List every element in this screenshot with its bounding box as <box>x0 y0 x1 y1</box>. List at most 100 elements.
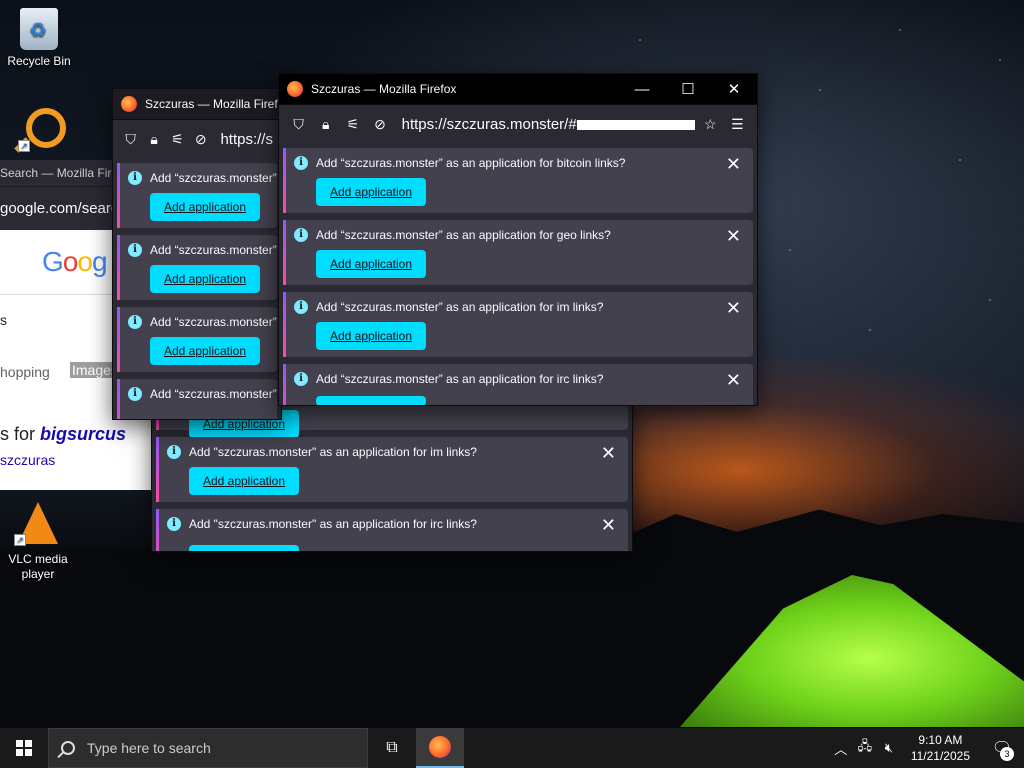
notification-bar: i Add “szczuras.monster” Add application <box>117 163 277 228</box>
notification-text: Add "szczuras.monster" as an application… <box>189 445 477 459</box>
info-icon: i <box>167 445 181 459</box>
notification-text: Add "szczuras.monster" as an application… <box>189 517 477 531</box>
taskbar: Type here to search ⧉ ︿ 🖧︎ 🔇︎ 9:10 AM 11… <box>0 728 1024 768</box>
system-tray: ︿ 🖧︎ 🔇︎ 9:10 AM 11/21/2025 🗨︎ 3 <box>829 728 1024 768</box>
notification-bar: i Add “szczuras.monster” Add application <box>117 307 277 372</box>
close-button[interactable]: ✕ <box>711 74 757 104</box>
start-button[interactable] <box>0 728 48 768</box>
desktop-icon-vlc[interactable]: ↗ VLC media player <box>0 502 76 582</box>
volume-muted-icon[interactable]: 🔇︎ <box>877 740 901 756</box>
shield-icon[interactable]: ⛉ <box>121 127 140 153</box>
clock-date: 11/21/2025 <box>910 749 970 763</box>
close-icon[interactable]: ✕ <box>601 515 616 536</box>
taskbar-firefox-button[interactable] <box>416 728 464 768</box>
close-icon[interactable]: ✕ <box>726 298 741 319</box>
window-title: Szczuras — Mozilla Firefox <box>145 97 282 111</box>
add-application-button[interactable] <box>316 396 426 405</box>
search-app-icon <box>26 108 66 148</box>
search-query-text[interactable]: s <box>0 312 7 328</box>
recycle-bin-icon <box>20 8 58 50</box>
notification-text: Add “szczuras.monster” <box>150 171 277 185</box>
navigation-bar: ⛉ 🔒︎ ⚟ ⊘ https://s <box>113 119 281 159</box>
windows-logo-icon <box>16 740 32 756</box>
desktop-icon-label: VLC media player <box>8 552 68 581</box>
info-icon: i <box>167 517 181 531</box>
result-heading[interactable]: s for bigsurcus <box>0 424 126 445</box>
notification-text: Add “szczuras.monster” as an application… <box>316 156 626 170</box>
firefox-window-front[interactable]: Szczuras — Mozilla Firefox — ☐ ✕ ⛉ 🔒︎ ⚟ … <box>278 73 758 406</box>
result-link[interactable]: szczuras <box>0 452 55 468</box>
notification-text: Add “szczuras.monster” <box>150 315 277 329</box>
notification-text: Add “szczuras.monster” <box>150 387 277 401</box>
notification-text: Add “szczuras.monster” as an application… <box>316 228 611 242</box>
info-icon: i <box>128 387 142 401</box>
info-icon: i <box>294 300 308 314</box>
google-logo: Goog <box>42 246 107 277</box>
bookmark-star-icon[interactable]: ☆ <box>699 112 722 138</box>
close-icon[interactable]: ✕ <box>726 370 741 391</box>
notification-bar: i Add “szczuras.monster” Add application <box>117 235 277 300</box>
info-icon: i <box>128 243 142 257</box>
info-icon: i <box>128 315 142 329</box>
firefox-logo-icon <box>121 96 137 112</box>
shield-icon[interactable]: ⛉ <box>287 112 310 138</box>
add-application-button[interactable]: Add application <box>150 193 260 221</box>
info-icon: i <box>294 372 308 386</box>
clock[interactable]: 9:10 AM 11/21/2025 <box>901 732 980 764</box>
notification-area: i Add “szczuras.monster” as an applicatio… <box>279 144 757 405</box>
info-icon: i <box>294 156 308 170</box>
add-application-button[interactable]: Add application <box>316 250 426 278</box>
lock-icon[interactable]: 🔒︎ <box>314 112 337 138</box>
chevron-up-icon[interactable]: ︿ <box>829 739 853 758</box>
clock-time: 9:10 AM <box>918 733 963 747</box>
tab-shopping[interactable]: hopping <box>0 364 50 380</box>
add-application-button[interactable]: Add application <box>316 322 426 350</box>
title-bar[interactable]: Szczuras — Mozilla Firefox <box>113 89 281 119</box>
firefox-logo-icon <box>429 736 451 758</box>
permissions-icon[interactable]: ⚟ <box>341 112 364 138</box>
network-icon[interactable]: 🖧︎ <box>853 737 877 759</box>
notification-bar: i Add “szczuras.monster” as an applicatio… <box>283 220 753 285</box>
task-view-icon: ⧉ <box>386 739 398 756</box>
add-application-button[interactable]: Add application <box>316 178 426 206</box>
url-bar[interactable]: https://szczuras.monster/# <box>402 116 695 133</box>
notification-text: Add “szczuras.monster” as an application… <box>316 372 604 386</box>
add-application-button[interactable] <box>189 545 299 551</box>
notification-bar: i Add "szczuras.monster" as an applicatio… <box>156 437 628 502</box>
redacted-url <box>576 120 695 131</box>
result-query: bigsurcus <box>40 424 127 444</box>
menu-icon[interactable]: ☰ <box>726 112 749 138</box>
permissions-icon[interactable]: ⚟ <box>168 127 187 153</box>
desktop-icon-recycle-bin[interactable]: Recycle Bin <box>1 8 77 68</box>
close-icon[interactable]: ✕ <box>726 226 741 247</box>
desktop-icon-search-app[interactable]: ↗ <box>4 108 80 156</box>
window-title: Szczuras — Mozilla Firefox <box>311 82 457 96</box>
title-bar[interactable]: Szczuras — Mozilla Firefox — ☐ ✕ <box>279 74 757 104</box>
close-icon[interactable]: ✕ <box>601 443 616 464</box>
notification-center-button[interactable]: 🗨︎ 3 <box>980 728 1024 768</box>
close-icon[interactable]: ✕ <box>726 154 741 175</box>
notification-area: i Add “szczuras.monster” Add application … <box>113 159 281 419</box>
result-prefix: s for <box>0 424 41 444</box>
add-application-button[interactable]: Add application <box>150 265 260 293</box>
minimize-button[interactable]: — <box>619 74 665 104</box>
firefox-logo-icon <box>287 81 303 97</box>
url-bar[interactable]: https://s <box>220 131 273 148</box>
taskbar-search-box[interactable]: Type here to search <box>48 728 368 768</box>
add-application-button[interactable]: Add application <box>150 337 260 365</box>
notification-bar: i Add “szczuras.monster” as an applicatio… <box>283 148 753 213</box>
add-application-button[interactable]: Add application <box>189 467 299 495</box>
notification-bar: i Add "szczuras.monster" as an applicatio… <box>156 509 628 551</box>
search-icon <box>61 741 75 755</box>
navigation-bar: ⛉ 🔒︎ ⚟ ⊘ https://szczuras.monster/# ☆ ☰ <box>279 104 757 144</box>
maximize-button[interactable]: ☐ <box>665 74 711 104</box>
blocked-icon[interactable]: ⊘ <box>368 112 391 138</box>
notification-text: Add “szczuras.monster” as an application… <box>316 300 604 314</box>
notification-count-badge: 3 <box>1000 747 1014 761</box>
info-icon: i <box>294 228 308 242</box>
blocked-icon[interactable]: ⊘ <box>191 127 210 153</box>
firefox-window-back[interactable]: Szczuras — Mozilla Firefox ⛉ 🔒︎ ⚟ ⊘ http… <box>112 88 282 420</box>
info-icon: i <box>128 171 142 185</box>
lock-icon[interactable]: 🔒︎ <box>144 127 163 153</box>
task-view-button[interactable]: ⧉ <box>368 728 416 768</box>
